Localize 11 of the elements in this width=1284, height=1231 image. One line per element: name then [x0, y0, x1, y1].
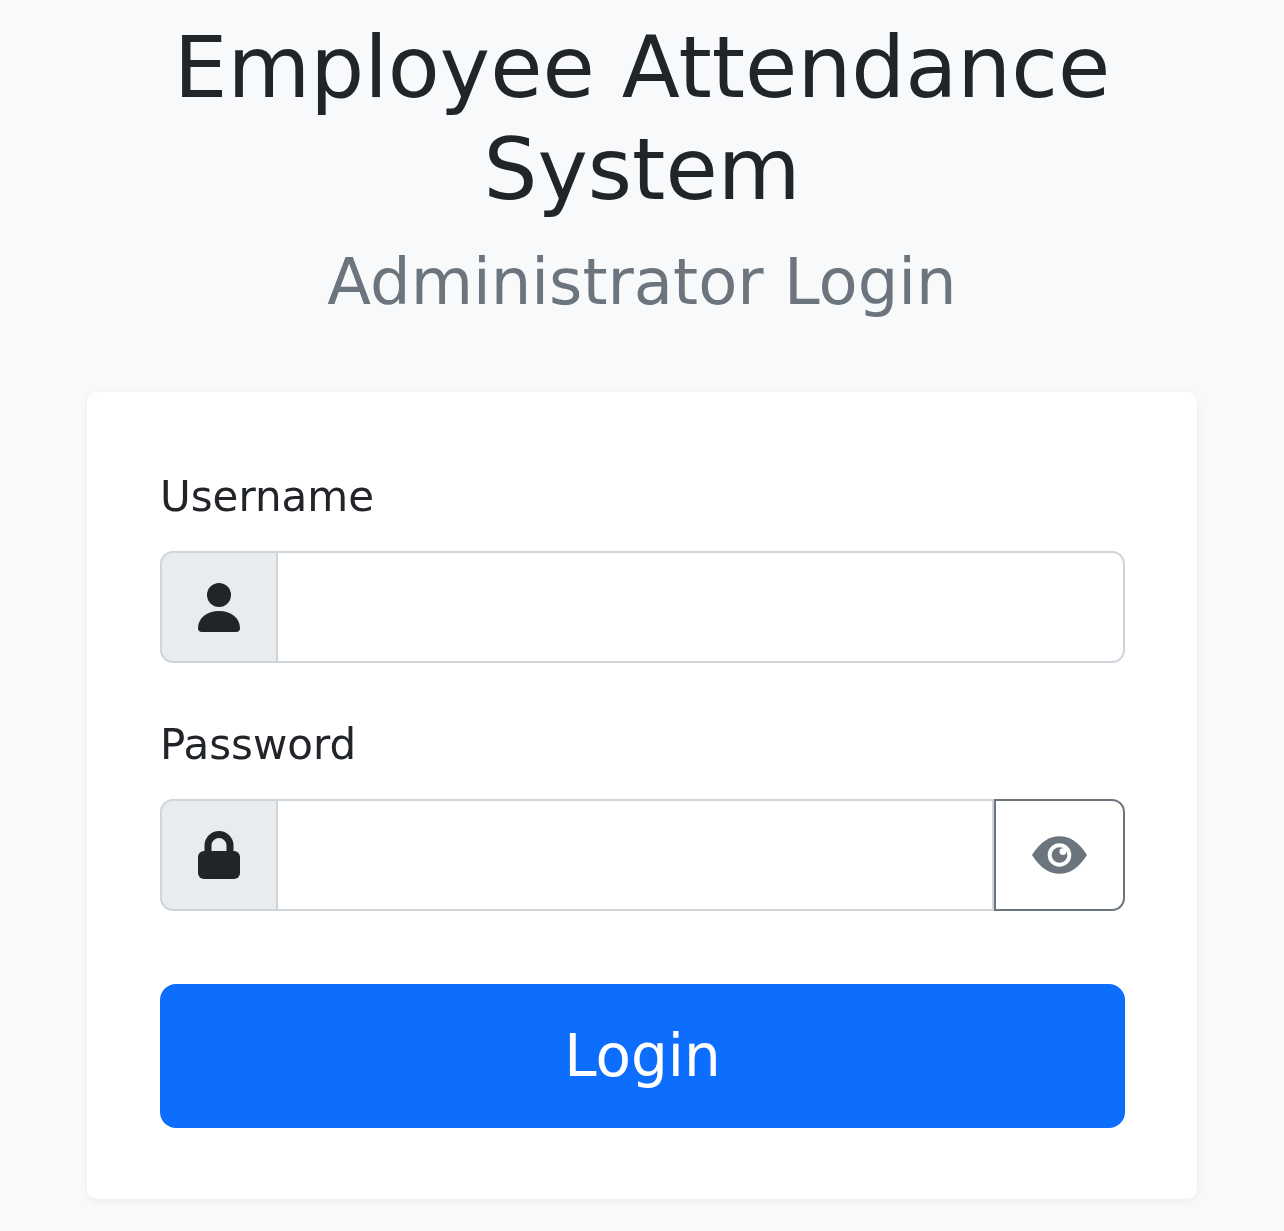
username-field[interactable] [278, 551, 1125, 663]
field-label: Password [160, 719, 358, 771]
eye-icon [1032, 836, 1087, 874]
field-label: Username [160, 471, 376, 523]
login-button[interactable]: Login [160, 984, 1125, 1128]
person-icon [198, 582, 240, 632]
lock-icon [198, 831, 240, 879]
page-title: Employee Attendance System [172, 17, 1112, 221]
page-subtitle: Administrator Login [326, 244, 958, 321]
show-password-button[interactable] [994, 799, 1125, 911]
password-field[interactable] [278, 799, 994, 911]
